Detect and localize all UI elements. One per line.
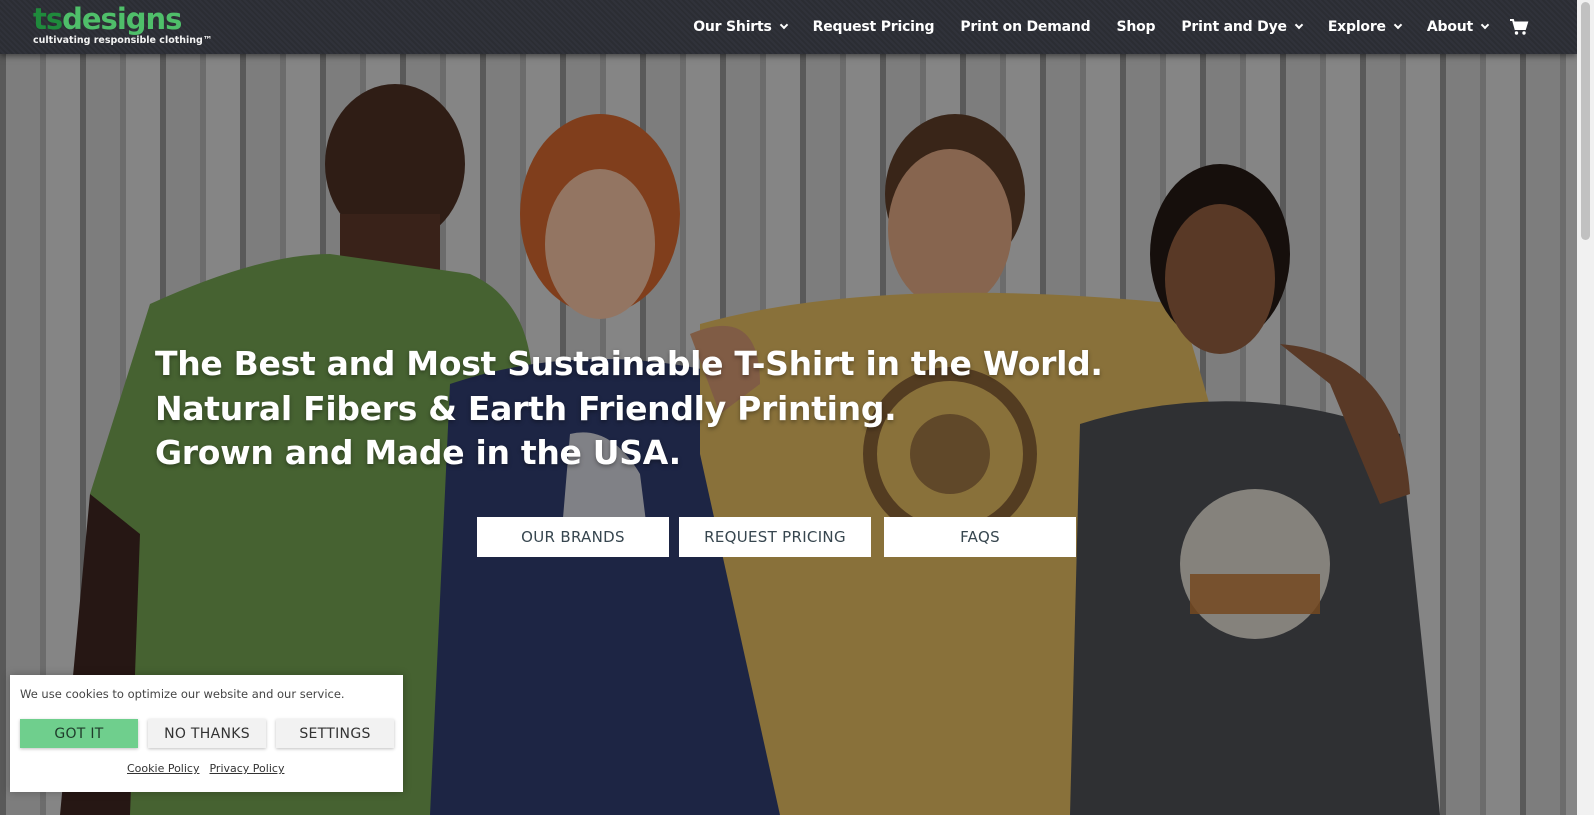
cookie-links: Cookie Policy Privacy Policy [127, 762, 284, 775]
privacy-policy-link[interactable]: Privacy Policy [209, 762, 284, 775]
chevron-down-icon [1294, 20, 1304, 30]
cookie-message: We use cookies to optimize our website a… [20, 687, 345, 701]
nav-label: Our Shirts [693, 19, 772, 35]
request-pricing-button[interactable]: REQUEST PRICING [679, 517, 871, 557]
nav-label: Request Pricing [812, 19, 935, 35]
nav-item-about[interactable]: About [1414, 0, 1501, 54]
cookie-accept-button[interactable]: GOT IT [20, 719, 138, 748]
logo-ts: ts [33, 2, 63, 36]
nav-label: Explore [1327, 19, 1386, 35]
chevron-down-icon [779, 20, 788, 30]
nav-label: Print and Dye [1181, 19, 1287, 35]
cookie-decline-button[interactable]: NO THANKS [148, 719, 266, 748]
hero-cta-row: OUR BRANDS REQUEST PRICING FAQS [477, 517, 1076, 557]
logo-designs: designs [62, 2, 182, 36]
chevron-down-icon [1480, 20, 1490, 30]
nav-item-request-pricing[interactable]: Request Pricing [800, 0, 948, 54]
nav-label: Shop [1116, 19, 1156, 35]
hero-line-1: The Best and Most Sustainable T-Shirt in… [155, 344, 1103, 383]
cookie-settings-button[interactable]: SETTINGS [276, 719, 394, 748]
chevron-down-icon [1393, 20, 1403, 30]
nav-item-print-and-dye[interactable]: Print and Dye [1168, 0, 1314, 54]
cookie-policy-link[interactable]: Cookie Policy [127, 762, 199, 775]
logo-tagline: cultivating responsible clothing™ [33, 35, 213, 46]
hero-headline: The Best and Most Sustainable T-Shirt in… [155, 342, 1103, 476]
nav-item-shop[interactable]: Shop [1103, 0, 1168, 54]
nav-item-our-shirts[interactable]: Our Shirts [680, 0, 799, 54]
nav-label: About [1426, 19, 1473, 35]
faqs-button[interactable]: FAQS [884, 517, 1076, 557]
site-header: tsdesigns cultivating responsible clothi… [0, 0, 1577, 54]
our-brands-button[interactable]: OUR BRANDS [477, 517, 669, 557]
hero-line-2: Natural Fibers & Earth Friendly Printing… [155, 388, 897, 428]
site-logo[interactable]: tsdesigns cultivating responsible clothi… [33, 2, 213, 52]
scrollbar-thumb[interactable] [1581, 2, 1590, 240]
nav-item-print-on-demand[interactable]: Print on Demand [947, 0, 1103, 54]
cookie-banner: We use cookies to optimize our website a… [10, 675, 403, 792]
nav-item-explore[interactable]: Explore [1315, 0, 1414, 54]
nav-label: Print on Demand [960, 19, 1091, 35]
shopping-cart-icon[interactable] [1509, 18, 1529, 36]
hero-line-3: Grown and Made in the USA. [155, 433, 681, 472]
page-scrollbar[interactable] [1577, 0, 1594, 815]
main-nav: Our Shirts Request Pricing Print on Dema… [680, 0, 1529, 54]
cookie-buttons: GOT IT NO THANKS SETTINGS [20, 719, 394, 748]
